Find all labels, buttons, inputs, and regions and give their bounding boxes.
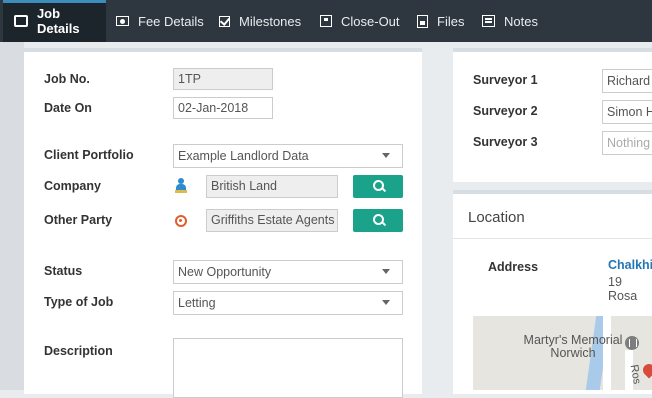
agent-icon <box>175 215 187 227</box>
tab-label: Job Details <box>36 6 80 36</box>
company-field: British Land <box>206 175 338 198</box>
tab-label: Fee Details <box>138 13 204 29</box>
search-icon <box>373 214 384 225</box>
status-value: New Opportunity <box>178 265 272 279</box>
address-label: Address <box>488 260 539 274</box>
map-street-label: Ros <box>627 363 643 386</box>
map-label: Martyr's Memorial Norwich <box>523 333 623 360</box>
tab-milestones[interactable]: Milestones <box>208 0 309 42</box>
surveyor-3-label: Surveyor 3 <box>473 135 538 149</box>
surveyor-2-label: Surveyor 2 <box>473 104 538 118</box>
location-title: Location <box>468 209 525 226</box>
other-party-label: Other Party <box>44 213 113 227</box>
company-person-icon <box>175 178 187 194</box>
left-gutter <box>0 42 24 390</box>
address-line-2: 19 Rosa <box>608 275 638 303</box>
status-select[interactable]: New Opportunity <box>173 260 403 284</box>
money-icon <box>116 16 129 26</box>
briefcase-icon <box>14 15 28 27</box>
surveyor-1-field[interactable]: Richard <box>602 69 652 93</box>
client-portfolio-label: Client Portfolio <box>44 148 134 162</box>
tab-label: Files <box>437 13 465 29</box>
location-divider <box>453 238 652 239</box>
search-icon <box>373 180 384 191</box>
client-portfolio-value: Example Landlord Data <box>178 149 309 163</box>
company-search-button[interactable] <box>353 175 403 198</box>
tab-bar: Job Details Fee Details Milestones Close… <box>0 0 652 42</box>
type-of-job-select[interactable]: Letting <box>173 291 403 315</box>
archive-box-icon <box>320 15 332 27</box>
type-of-job-value: Letting <box>178 296 216 310</box>
surveyor-2-field[interactable]: Simon H <box>602 100 652 124</box>
date-on-field[interactable]: 02-Jan-2018 <box>173 97 273 119</box>
map-pin-icon[interactable] <box>640 361 652 379</box>
address-link[interactable]: Chalkhi <box>608 258 652 272</box>
job-no-field: 1TP <box>173 68 273 90</box>
tab-label: Close-Out <box>341 13 400 29</box>
checkbox-icon <box>219 15 230 27</box>
tab-notes[interactable]: Notes <box>472 0 546 42</box>
description-label: Description <box>44 344 113 358</box>
tab-label: Milestones <box>239 13 302 29</box>
other-party-field: Griffiths Estate Agents <box>206 209 338 232</box>
job-no-label: Job No. <box>44 72 90 86</box>
tab-label: Notes <box>504 13 538 29</box>
file-icon <box>417 14 428 28</box>
client-portfolio-select[interactable]: Example Landlord Data <box>173 144 403 168</box>
description-textarea[interactable] <box>173 338 403 398</box>
tab-job-details[interactable]: Job Details <box>3 0 106 42</box>
type-of-job-label: Type of Job <box>44 295 114 309</box>
tab-fee-details[interactable]: Fee Details <box>106 0 208 42</box>
location-map[interactable]: Martyr's Memorial Norwich Ros <box>473 316 652 390</box>
notes-icon <box>482 15 495 27</box>
map-poi-icon <box>625 336 639 350</box>
surveyor-1-label: Surveyor 1 <box>473 73 538 87</box>
surveyor-3-field[interactable]: Nothing <box>602 131 652 155</box>
tab-files[interactable]: Files <box>406 0 472 42</box>
date-on-label: Date On <box>44 101 92 115</box>
status-label: Status <box>44 264 83 278</box>
tab-close-out[interactable]: Close-Out <box>309 0 406 42</box>
company-label: Company <box>44 179 101 193</box>
other-party-search-button[interactable] <box>353 209 403 232</box>
